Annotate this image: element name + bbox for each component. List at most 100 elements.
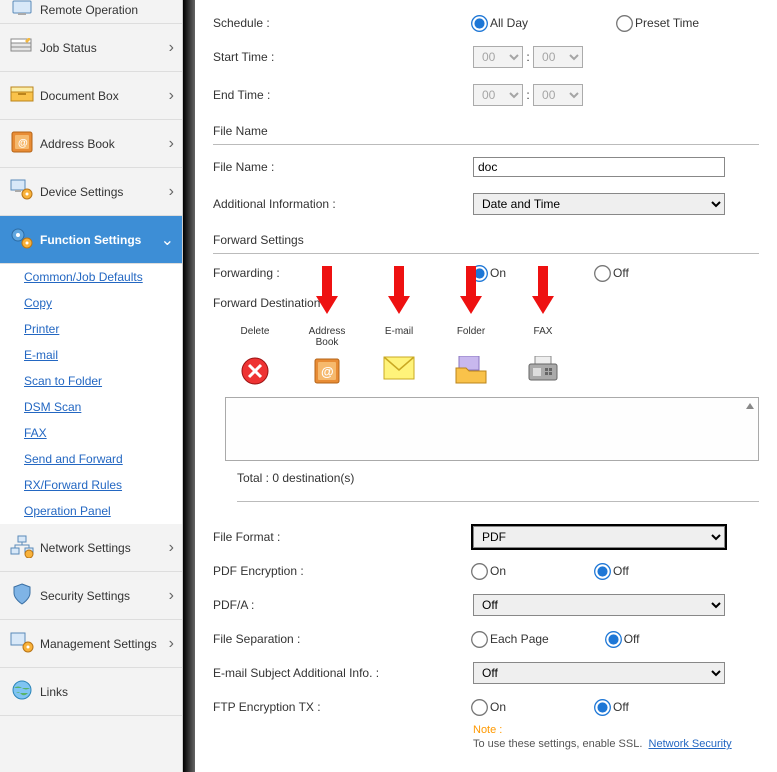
forwarding-label: Forwarding : (213, 266, 473, 280)
delete-button[interactable] (233, 356, 277, 389)
ftp-on-radio[interactable]: On (473, 700, 506, 714)
annotation-arrow-icon (386, 266, 412, 316)
sidebar-label: Address Book (40, 137, 115, 151)
sub-oppanel[interactable]: Operation Panel (0, 498, 182, 524)
colon: : (523, 88, 533, 102)
folder-button[interactable] (449, 356, 493, 389)
sidebar-submenu: Common/Job Defaults Copy Printer E-mail … (0, 264, 182, 524)
chevron-right-icon: › (169, 539, 174, 557)
fileformat-label: File Format : (213, 530, 473, 544)
radio-label: On (490, 700, 506, 714)
end-time-label: End Time : (213, 88, 473, 102)
svg-text:@: @ (18, 138, 28, 149)
start-time-label: Start Time : (213, 50, 473, 64)
chevron-right-icon: › (169, 635, 174, 653)
start-hour-select[interactable]: 00 (473, 46, 523, 68)
radio-label: All Day (490, 16, 528, 30)
sidebar-label: Remote Operation (40, 3, 138, 17)
addinfo-select[interactable]: Date and Time (473, 193, 725, 215)
annotation-arrow-icon (530, 266, 556, 316)
sub-printer[interactable]: Printer (0, 316, 182, 342)
radio-label: Off (613, 266, 629, 280)
section-filename: File Name (213, 114, 759, 145)
schedule-preset-radio[interactable]: Preset Time (618, 16, 699, 30)
sub-copy[interactable]: Copy (0, 290, 182, 316)
box-icon (8, 83, 36, 108)
fwd-dest-label: Forward Destination : (213, 296, 473, 310)
ftp-label: FTP Encryption TX : (213, 700, 473, 714)
filename-input[interactable] (473, 157, 725, 177)
addinfo-label: Additional Information : (213, 197, 473, 211)
end-min-select[interactable]: 00 (533, 84, 583, 106)
radio-label: Off (613, 564, 629, 578)
sidebar-label: Links (40, 685, 68, 699)
sub-scan[interactable]: Scan to Folder (0, 368, 182, 394)
destination-listbox[interactable] (225, 397, 759, 461)
sidebar-item-security[interactable]: Security Settings › (0, 572, 182, 620)
chevron-right-icon: › (169, 135, 174, 153)
pdfenc-off-radio[interactable]: Off (596, 564, 629, 578)
start-min-select[interactable]: 00 (533, 46, 583, 68)
sidebar-item-remote[interactable]: Remote Operation (0, 0, 182, 24)
radio-label: On (490, 564, 506, 578)
sidebar-label: Function Settings (40, 233, 141, 247)
sub-email[interactable]: E-mail (0, 342, 182, 368)
end-hour-select[interactable]: 00 (473, 84, 523, 106)
globe-icon (8, 678, 36, 705)
fwd-off-radio[interactable]: Off (596, 266, 629, 280)
schedule-allday-radio[interactable]: All Day (473, 16, 528, 30)
section-forward: Forward Settings (213, 223, 759, 254)
chevron-right-icon: › (169, 587, 174, 605)
email-button[interactable] (377, 356, 421, 389)
sidebar-item-device[interactable]: Device Settings › (0, 168, 182, 216)
sidebar-item-docbox[interactable]: Document Box › (0, 72, 182, 120)
filesep-off-radio[interactable]: Off (607, 632, 640, 646)
colon: : (523, 50, 533, 64)
pdfa-select[interactable]: Off (473, 594, 725, 616)
dest-col-label: Delete (241, 326, 270, 337)
shield-icon (8, 582, 36, 609)
radio-label: Off (613, 700, 629, 714)
svg-text:@: @ (321, 364, 334, 379)
dest-col-label: Folder (457, 326, 485, 337)
pdfenc-label: PDF Encryption : (213, 564, 473, 578)
addressbook-button[interactable]: @ (305, 356, 349, 389)
dest-col-label: Address Book (305, 326, 349, 348)
sidebar-item-mgmt[interactable]: Management Settings › (0, 620, 182, 668)
subj-select[interactable]: Off (473, 662, 725, 684)
ftp-off-radio[interactable]: Off (596, 700, 629, 714)
pdfa-label: PDF/A : (213, 598, 473, 612)
note-text: To use these settings, enable SSL. Netwo… (473, 738, 732, 750)
sidebar-item-function[interactable]: Function Settings ⌄ (0, 216, 182, 264)
radio-label: Each Page (490, 632, 549, 646)
sub-dsm[interactable]: DSM Scan (0, 394, 182, 420)
sub-common[interactable]: Common/Job Defaults (0, 264, 182, 290)
sub-fax[interactable]: FAX (0, 420, 182, 446)
sidebar-item-links[interactable]: Links (0, 668, 182, 716)
dest-col-ab: Address Book (305, 326, 349, 348)
radio-label: Preset Time (635, 16, 699, 30)
dest-col-delete: Delete (233, 326, 277, 348)
sidebar-label: Management Settings (40, 637, 157, 651)
radio-label: Off (624, 632, 640, 646)
sidebar-item-jobstatus[interactable]: Job Status › (0, 24, 182, 72)
fax-button[interactable] (521, 356, 565, 389)
filesep-each-radio[interactable]: Each Page (473, 632, 549, 646)
chevron-right-icon: › (169, 39, 174, 57)
filesep-label: File Separation : (213, 632, 473, 646)
sidebar-item-address[interactable]: @ Address Book › (0, 120, 182, 168)
filename-label: File Name : (213, 160, 473, 174)
sub-sendfwd[interactable]: Send and Forward (0, 446, 182, 472)
chevron-down-icon: ⌄ (161, 230, 174, 250)
annotation-arrow-icon (458, 266, 484, 316)
sidebar-label: Security Settings (40, 589, 130, 603)
network-security-link[interactable]: Network Security (649, 738, 732, 750)
scroll-up-icon[interactable] (744, 400, 756, 412)
sub-rxrules[interactable]: RX/Forward Rules (0, 472, 182, 498)
fileformat-select[interactable]: PDF (473, 526, 725, 548)
dest-col-fax: FAX (521, 326, 565, 348)
sidebar-item-network[interactable]: Network Settings › (0, 524, 182, 572)
pdfenc-on-radio[interactable]: On (473, 564, 506, 578)
subj-label: E-mail Subject Additional Info. : (213, 666, 473, 680)
sidebar-label: Device Settings (40, 185, 123, 199)
